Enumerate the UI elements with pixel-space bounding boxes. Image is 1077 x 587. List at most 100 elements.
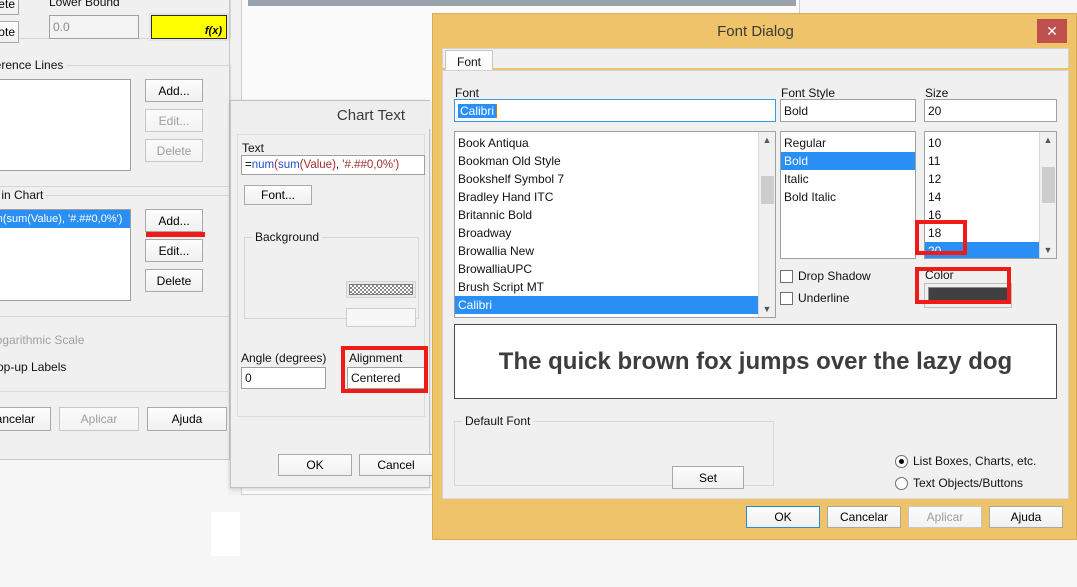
size-list-item[interactable]: 20	[925, 242, 1056, 258]
chart-properties-panel: elete mote Lower Bound 0.0 f(x) Referenc…	[0, 0, 231, 460]
font-help-button[interactable]: Ajuda	[989, 506, 1063, 528]
text-caret	[496, 103, 498, 118]
font-style-list-item[interactable]: Bold	[781, 152, 915, 170]
scroll-down-icon[interactable]: ▼	[1044, 242, 1053, 258]
reference-lines-title: Reference Lines	[0, 58, 67, 72]
font-help-label: Ajuda	[1010, 510, 1042, 524]
font-cancel-label: Cancelar	[839, 510, 889, 524]
font-cancel-button[interactable]: Cancelar	[827, 506, 901, 528]
logarithmic-scale-checkbox: Logarithmic Scale	[0, 333, 84, 347]
tab-font[interactable]: Font	[445, 50, 493, 72]
default-font-listboxes-radio[interactable]: List Boxes, Charts, etc.	[895, 454, 1036, 468]
font-list-item[interactable]: Book Antiqua	[455, 134, 775, 152]
fx-button[interactable]: f(x)	[149, 13, 229, 41]
list-item[interactable]: =num(sum(Value), '#.##0,0%')	[0, 210, 130, 228]
font-style-list-item[interactable]: Regular	[781, 134, 915, 152]
font-list-item[interactable]: Bookman Old Style	[455, 152, 775, 170]
color-label: Color	[925, 268, 954, 282]
apply-button: Aplicar	[59, 407, 139, 431]
alignment-value: Centered	[351, 371, 401, 385]
text-in-chart-title: Text in Chart	[0, 188, 47, 202]
default-font-textobjects-radio[interactable]: Text Objects/Buttons	[895, 476, 1023, 490]
underline-checkbox[interactable]: Underline	[780, 291, 849, 305]
text-in-chart-delete-button[interactable]: Delete	[145, 269, 203, 292]
font-list-item[interactable]: Broadway	[455, 224, 775, 242]
size-list-item[interactable]: 16	[925, 206, 1056, 224]
font-button[interactable]: Font...	[244, 185, 312, 205]
delete-button-clipped[interactable]: elete	[0, 0, 19, 15]
scroll-thumb[interactable]	[1042, 167, 1055, 203]
size-input[interactable]: 20	[924, 99, 1057, 122]
text-in-chart-list[interactable]: =num(sum(Value), '#.##0,0%')	[0, 209, 131, 301]
font-list-item[interactable]: Britannic Bold	[455, 206, 775, 224]
background-calculated-field[interactable]	[346, 308, 416, 327]
size-list-item[interactable]: 10	[925, 134, 1056, 152]
font-list-item[interactable]: Brush Script MT	[455, 278, 775, 296]
scroll-up-icon[interactable]: ▲	[763, 132, 772, 148]
font-list-item[interactable]: Browallia New	[455, 242, 775, 260]
annotation-add-button-underline	[146, 232, 205, 237]
text-token: sum	[277, 159, 300, 171]
text-in-chart-edit-button[interactable]: Edit...	[145, 239, 203, 262]
reference-lines-add-label: Add...	[158, 83, 190, 98]
background-window-titlestrip	[248, 0, 796, 6]
reference-lines-add-button[interactable]: Add...	[145, 79, 203, 102]
angle-input[interactable]: 0	[241, 367, 326, 389]
size-list[interactable]: 10 11 12 14 16 18 20 ▲ ▼	[924, 131, 1057, 259]
chart-text-ok-button[interactable]: OK	[278, 454, 352, 476]
default-font-title: Default Font	[462, 414, 534, 428]
text-input-value: =num(sum(Value), '#.##0,0%')	[245, 159, 399, 171]
checker-pattern	[349, 284, 413, 295]
scroll-up-icon[interactable]: ▲	[1044, 132, 1053, 148]
font-preview-text: The quick brown fox jumps over the lazy …	[498, 347, 1013, 375]
font-list-item[interactable]: Calibri	[455, 296, 775, 314]
font-list-item[interactable]: Calibri Light	[455, 314, 775, 317]
size-list-item[interactable]: 14	[925, 188, 1056, 206]
font-name-input[interactable]: Calibri	[454, 99, 776, 122]
font-list-scrollbar[interactable]: ▲ ▼	[758, 132, 775, 317]
color-swatch[interactable]	[924, 283, 1012, 308]
font-list[interactable]: Book Antiqua Bookman Old Style Bookshelf S…	[454, 131, 776, 318]
scroll-thumb[interactable]	[761, 176, 774, 204]
tab-font-label: Font	[456, 54, 481, 69]
chart-text-cancel-button[interactable]: Cancel	[359, 454, 433, 476]
font-style-list-item[interactable]: Italic	[781, 170, 915, 188]
promote-button-clipped[interactable]: mote	[0, 21, 19, 43]
alignment-label: Alignment	[349, 351, 403, 365]
radio-dot	[895, 454, 908, 468]
color-chip	[928, 287, 1008, 304]
font-dialog-footer-sep	[443, 498, 1068, 499]
font-list-item[interactable]: Bookshelf Symbol 7	[455, 170, 775, 188]
size-list-item[interactable]: 18	[925, 224, 1056, 242]
font-dialog-titlebar: Font Dialog	[433, 14, 1077, 48]
background-white-tile	[211, 512, 240, 556]
chart-text-titlebar: Chart Text	[231, 101, 431, 129]
font-style-input[interactable]: Bold	[780, 99, 916, 122]
size-list-item[interactable]: 12	[925, 170, 1056, 188]
font-style-list[interactable]: Regular Bold Italic Bold Italic	[780, 131, 916, 259]
cancel-button[interactable]: Cancelar	[0, 407, 51, 431]
font-dialog: Font Dialog ✕ Font Font Calibri Book Ant…	[432, 13, 1077, 540]
drop-shadow-checkbox[interactable]: Drop Shadow	[780, 269, 871, 283]
font-style-list-item[interactable]: Bold Italic	[781, 188, 915, 206]
set-button[interactable]: Set	[672, 466, 744, 489]
scroll-down-icon[interactable]: ▼	[763, 301, 772, 317]
text-input[interactable]: =num(sum(Value), '#.##0,0%')	[241, 155, 425, 175]
size-list-item[interactable]: 11	[925, 152, 1056, 170]
alignment-select[interactable]: Centered	[347, 367, 425, 389]
checkbox-box	[780, 269, 793, 283]
size-label: Size	[925, 86, 949, 100]
reference-lines-delete-button: Delete	[145, 139, 203, 162]
help-button[interactable]: Ajuda	[147, 407, 227, 431]
font-ok-button[interactable]: OK	[746, 506, 820, 528]
font-list-item[interactable]: Bradley Hand ITC	[455, 188, 775, 206]
reference-lines-list[interactable]	[0, 79, 131, 171]
close-button[interactable]: ✕	[1037, 19, 1067, 43]
default-font-textobjects-label: Text Objects/Buttons	[913, 476, 1024, 490]
size-list-scrollbar[interactable]: ▲ ▼	[1039, 132, 1056, 258]
background-color-swatch[interactable]	[346, 281, 416, 298]
lower-bound-field[interactable]: 0.0	[49, 15, 139, 39]
popup-labels-checkbox[interactable]: Pop-up Labels	[0, 360, 66, 374]
font-list-item[interactable]: BrowalliaUPC	[455, 260, 775, 278]
text-in-chart-add-button[interactable]: Add...	[145, 209, 203, 232]
